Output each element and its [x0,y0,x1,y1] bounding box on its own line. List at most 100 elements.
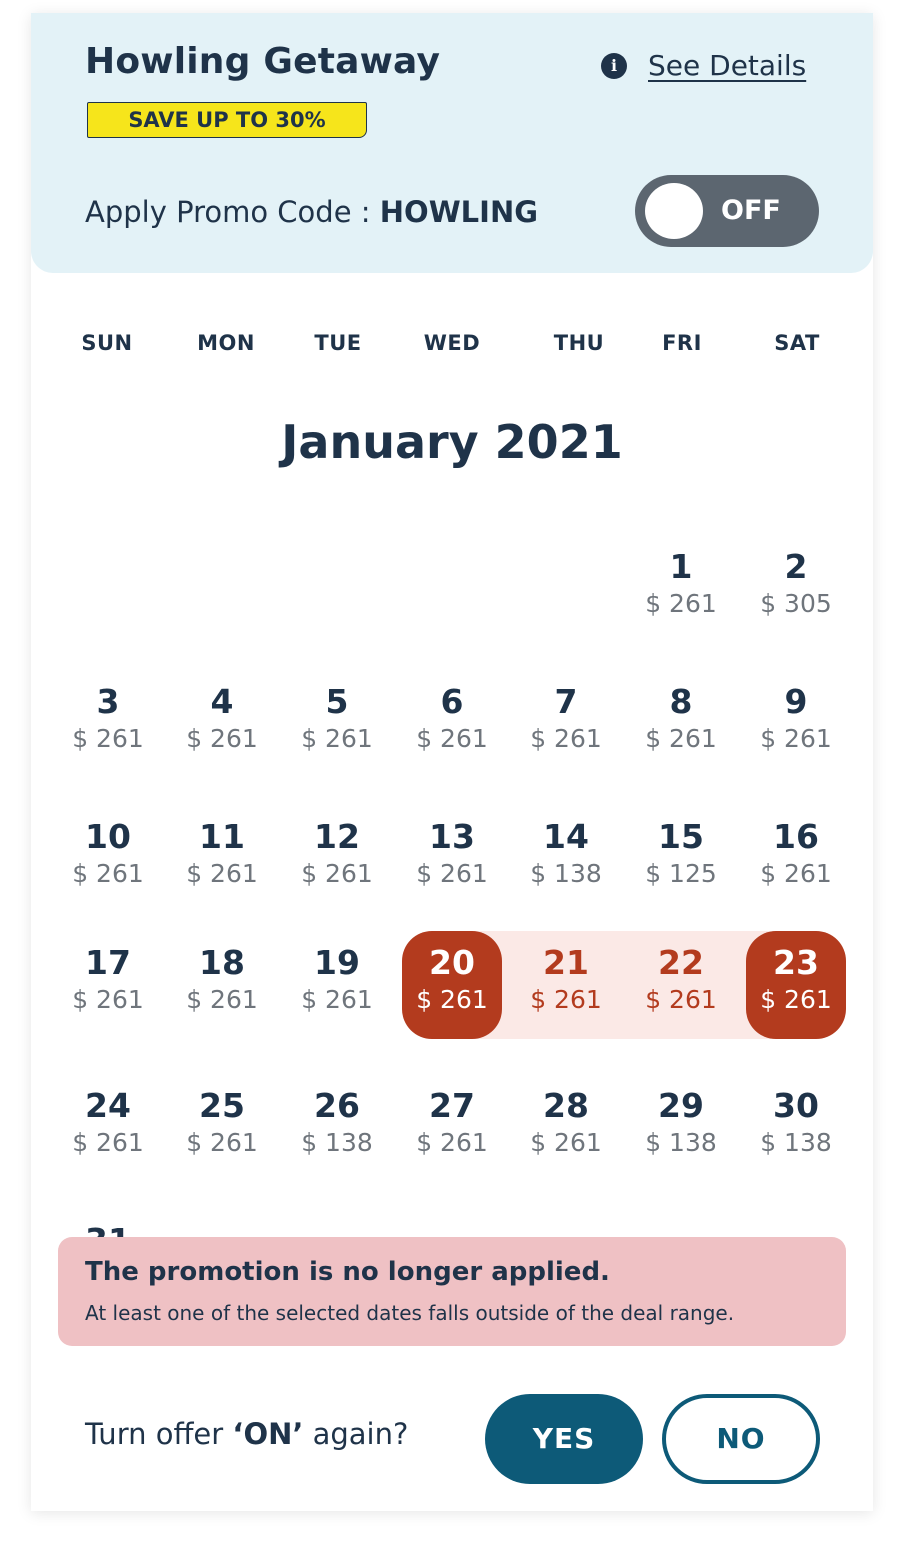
calendar-day-21[interactable]: 21 $ 261 [516,931,616,1039]
day-number: 14 [543,817,589,856]
day-number: 23 [773,943,819,982]
calendar-day-28[interactable]: 28 $ 261 [516,1074,616,1182]
calendar-day-18[interactable]: 18 $ 261 [172,931,272,1039]
day-number: 3 [96,682,120,721]
day-price: $ 261 [530,1128,602,1157]
no-button[interactable]: NO [662,1394,820,1484]
calendar-day-22[interactable]: 22 $ 261 [631,931,731,1039]
calendar-day-25[interactable]: 25 $ 261 [172,1074,272,1182]
day-number: 21 [543,943,589,982]
day-number: 29 [658,1086,704,1125]
weekday-wed: WED [423,331,481,355]
calendar-day-6[interactable]: 6 $ 261 [402,670,502,778]
day-number: 10 [85,817,131,856]
calendar-day-14[interactable]: 14 $ 138 [516,805,616,913]
day-price: $ 138 [760,1128,832,1157]
promotion-alert: The promotion is no longer applied. At l… [58,1237,846,1346]
month-title: January 2021 [281,415,623,469]
day-price: $ 261 [416,724,488,753]
day-number: 2 [784,547,808,586]
day-price: $ 261 [186,724,258,753]
see-details-link[interactable]: i See Details [601,49,806,82]
calendar-day-2[interactable]: 2 $ 305 [746,535,846,643]
weekday-sat: SAT [774,331,820,355]
promo-toggle[interactable]: OFF [635,175,819,247]
calendar-day-10[interactable]: 10 $ 261 [58,805,158,913]
save-badge: SAVE UP TO 30% [87,102,367,138]
day-price: $ 261 [760,985,832,1014]
day-price: $ 261 [760,859,832,888]
offer-question-suffix: again? [303,1417,409,1451]
day-number: 11 [199,817,245,856]
day-number: 24 [85,1086,131,1125]
promo-code-label: Apply Promo Code : [85,195,371,229]
calendar-day-7[interactable]: 7 $ 261 [516,670,616,778]
calendar-day-23[interactable]: 23 $ 261 [746,931,846,1039]
calendar-day-27[interactable]: 27 $ 261 [402,1074,502,1182]
day-price: $ 261 [645,985,717,1014]
day-price: $ 261 [530,724,602,753]
day-price: $ 261 [416,1128,488,1157]
day-number: 26 [314,1086,360,1125]
weekday-fri: FRI [662,331,702,355]
calendar-day-17[interactable]: 17 $ 261 [58,931,158,1039]
day-price: $ 261 [186,859,258,888]
day-price: $ 261 [530,985,602,1014]
yes-button[interactable]: YES [485,1394,643,1484]
calendar-day-15[interactable]: 15 $ 125 [631,805,731,913]
promo-header: Howling Getaway SAVE UP TO 30% i See Det… [31,13,873,273]
calendar-day-29[interactable]: 29 $ 138 [631,1074,731,1182]
day-price: $ 138 [301,1128,373,1157]
calendar-day-30[interactable]: 30 $ 138 [746,1074,846,1182]
calendar-day-12[interactable]: 12 $ 261 [287,805,387,913]
calendar-day-24[interactable]: 24 $ 261 [58,1074,158,1182]
day-number: 13 [429,817,475,856]
day-price: $ 305 [760,589,832,618]
calendar-day-16[interactable]: 16 $ 261 [746,805,846,913]
info-icon: i [601,52,627,79]
calendar-day-13[interactable]: 13 $ 261 [402,805,502,913]
day-price: $ 261 [186,1128,258,1157]
weekday-thu: THU [553,331,605,355]
calendar-day-8[interactable]: 8 $ 261 [631,670,731,778]
calendar-day-1[interactable]: 1 $ 261 [631,535,731,643]
day-number: 9 [784,682,808,721]
day-number: 22 [658,943,704,982]
day-number: 12 [314,817,360,856]
day-price: $ 261 [645,589,717,618]
day-number: 17 [85,943,131,982]
day-number: 19 [314,943,360,982]
toggle-knob [645,183,703,239]
calendar-day-11[interactable]: 11 $ 261 [172,805,272,913]
day-number: 16 [773,817,819,856]
day-number: 25 [199,1086,245,1125]
day-price: $ 261 [416,985,488,1014]
day-price: $ 261 [301,985,373,1014]
booking-calendar-card: Howling Getaway SAVE UP TO 30% i See Det… [31,13,873,1511]
calendar-day-5[interactable]: 5 $ 261 [287,670,387,778]
promo-title: Howling Getaway [85,41,441,82]
day-number: 30 [773,1086,819,1125]
day-price: $ 261 [72,985,144,1014]
day-number: 15 [658,817,704,856]
day-price: $ 261 [416,859,488,888]
day-price: $ 261 [760,724,832,753]
day-number: 8 [669,682,693,721]
day-price: $ 125 [645,859,717,888]
calendar-day-19[interactable]: 19 $ 261 [287,931,387,1039]
day-number: 27 [429,1086,475,1125]
calendar-day-4[interactable]: 4 $ 261 [172,670,272,778]
weekday-mon: MON [197,331,255,355]
calendar-day-20[interactable]: 20 $ 261 [402,931,502,1039]
calendar-day-3[interactable]: 3 $ 261 [58,670,158,778]
offer-question-prefix: Turn offer [85,1417,233,1451]
calendar-day-9[interactable]: 9 $ 261 [746,670,846,778]
day-number: 1 [669,547,693,586]
day-number: 28 [543,1086,589,1125]
see-details-label[interactable]: See Details [648,49,806,82]
day-number: 20 [429,943,475,982]
promo-code-value: HOWLING [379,195,539,229]
calendar-day-26[interactable]: 26 $ 138 [287,1074,387,1182]
offer-question: Turn offer ‘ON’ again? [85,1417,408,1451]
day-number: 18 [199,943,245,982]
